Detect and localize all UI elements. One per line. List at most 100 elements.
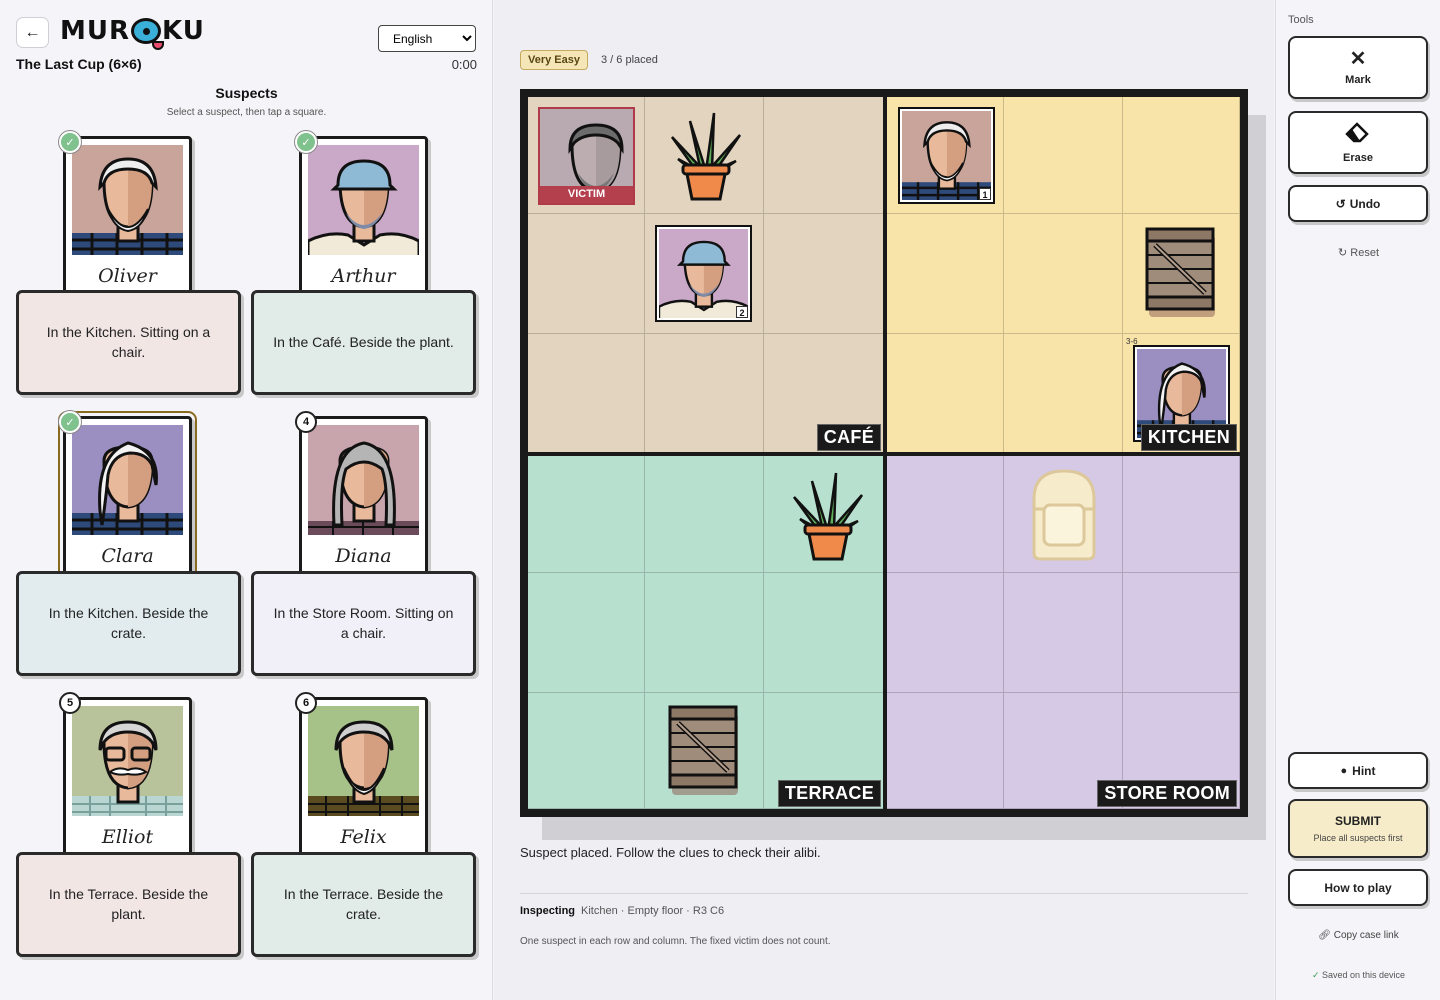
submit-label: SUBMIT xyxy=(1335,814,1381,828)
reset-button[interactable]: ↻ Reset xyxy=(1276,246,1440,259)
suspects-instructions: Select a suspect, then tap a square. xyxy=(166,107,327,118)
suspect-card-arthur[interactable]: Arthur xyxy=(299,136,428,296)
suspect-card-clara[interactable]: Clara xyxy=(58,411,197,581)
lightbulb-icon: ● xyxy=(1340,764,1348,777)
suspects-heading: Suspects xyxy=(215,85,278,101)
board-grid: CAFÉ KITCHEN TERRACE STORE ROOM VICTIM 1 2 … xyxy=(528,97,1240,809)
placed-suspect-arthur[interactable]: 2 xyxy=(655,225,752,322)
erase-label: Erase xyxy=(1343,152,1373,164)
crate-icon xyxy=(668,705,740,802)
board-cell-r1-c5[interactable] xyxy=(1004,97,1123,214)
placed-check-icon: ✓ xyxy=(59,131,81,153)
arrow-left-icon: ← xyxy=(24,23,41,41)
board-cell-r5-c3[interactable] xyxy=(764,573,885,693)
link-icon: 🔗︎ xyxy=(1318,930,1334,941)
undo-button[interactable]: ↺ Undo xyxy=(1288,185,1428,222)
suspect-card-oliver[interactable]: Oliver xyxy=(63,136,192,296)
mark-button[interactable]: ✕ Mark xyxy=(1288,36,1428,99)
suspect-number-badge: 4 xyxy=(295,411,317,433)
suspect-portrait xyxy=(72,706,183,816)
board-cell-r3-c2[interactable] xyxy=(645,334,764,454)
board-cell-r2-c4[interactable] xyxy=(885,214,1004,334)
suspect-name: Clara xyxy=(101,545,154,567)
board-cell-r2-c5[interactable] xyxy=(1004,214,1123,334)
saved-label: Saved on this device xyxy=(1321,970,1406,980)
cell-coordinate-note: 3-6 xyxy=(1126,337,1138,346)
board-cell-r3-c1[interactable] xyxy=(528,334,645,454)
hint-label: Hint xyxy=(1352,763,1376,778)
back-button[interactable]: ← xyxy=(16,17,49,48)
suspect-card-felix[interactable]: Felix xyxy=(299,697,428,857)
suspect-portrait xyxy=(308,145,419,255)
board-cell-r5-c5[interactable] xyxy=(1004,573,1123,693)
tools-sidebar: Tools ✕ Mark Erase ↺ Undo ↻ Reset ● Hint… xyxy=(1275,0,1440,1000)
board-cell-r3-c5[interactable] xyxy=(1004,334,1123,454)
eraser-icon xyxy=(1345,121,1371,147)
victim-label: VICTIM xyxy=(540,186,633,203)
submit-sublabel: Place all suspects first xyxy=(1313,833,1403,843)
inspecting-value: Kitchen · Empty floor · R3 C6 xyxy=(581,905,725,917)
placed-number: 2 xyxy=(736,306,748,318)
board-cell-r1-c3[interactable] xyxy=(764,97,885,214)
mark-label: Mark xyxy=(1345,74,1371,86)
erase-button[interactable]: Erase xyxy=(1288,111,1428,174)
plant-icon xyxy=(790,471,866,568)
crate-icon xyxy=(1145,227,1217,324)
submit-button[interactable]: SUBMIT Place all suspects first xyxy=(1288,799,1428,858)
board-cell-r5-c1[interactable] xyxy=(528,573,645,693)
room-divider xyxy=(528,452,1240,456)
reset-icon: ↻ xyxy=(1337,247,1351,259)
hint-button[interactable]: ● Hint xyxy=(1288,752,1428,789)
suspect-clue: In the Café. Beside the plant. xyxy=(251,290,476,395)
board-cell-r4-c4[interactable] xyxy=(885,454,1004,573)
suspect-name: Arthur xyxy=(331,265,396,287)
board-cell-r6-c1[interactable] xyxy=(528,693,645,809)
board-cell-r6-c4[interactable] xyxy=(885,693,1004,809)
chair-icon xyxy=(1024,469,1104,566)
board-cell-r5-c4[interactable] xyxy=(885,573,1004,693)
room-label-terrace: TERRACE xyxy=(777,780,881,807)
suspect-clue: In the Store Room. Sitting on a chair. xyxy=(251,571,476,676)
suspect-portrait xyxy=(72,145,183,255)
timer: 0:00 xyxy=(451,57,477,72)
suspect-name: Diana xyxy=(335,545,392,567)
inspecting-info: Inspecting Kitchen · Empty floor · R3 C6 xyxy=(520,905,724,917)
room-label-store-room: STORE ROOM xyxy=(1097,780,1237,807)
board-cell-r2-c1[interactable] xyxy=(528,214,645,334)
placed-number: 1 xyxy=(979,188,991,200)
room-label-kitchen: KITCHEN xyxy=(1140,424,1237,451)
undo-icon: ↺ xyxy=(1335,196,1346,211)
placed-count: 3 / 6 placed xyxy=(601,54,658,66)
suspect-portrait xyxy=(72,425,183,535)
victim-token: VICTIM xyxy=(538,107,635,205)
room-label-cafe: CAFÉ xyxy=(816,424,881,451)
board-cell-r3-c4[interactable] xyxy=(885,334,1004,454)
placed-suspect-oliver[interactable]: 1 xyxy=(898,107,995,204)
board-cell-r2-c3[interactable] xyxy=(764,214,885,334)
how-to-play-button[interactable]: How to play xyxy=(1288,869,1428,906)
copy-link-button[interactable]: 🔗︎ Copy case link xyxy=(1276,930,1440,941)
suspect-name: Elliot xyxy=(101,826,154,848)
tools-label: Tools xyxy=(1288,14,1314,26)
suspect-clue: In the Terrace. Beside the crate. xyxy=(251,852,476,957)
case-title: The Last Cup (6×6) xyxy=(16,56,142,72)
board-cell-r5-c6[interactable] xyxy=(1123,573,1240,693)
suspect-card-diana[interactable]: Diana xyxy=(299,416,428,576)
plant-icon xyxy=(668,111,744,208)
check-icon: ✓ xyxy=(1311,970,1322,980)
logo: MUR KU xyxy=(60,16,205,50)
placed-check-icon: ✓ xyxy=(59,411,81,433)
status-message: Suspect placed. Follow the clues to chec… xyxy=(520,845,821,860)
undo-label: Undo xyxy=(1349,196,1381,211)
board-cell-r4-c1[interactable] xyxy=(528,454,645,573)
board-cell-r5-c2[interactable] xyxy=(645,573,764,693)
how-to-play-label: How to play xyxy=(1324,880,1392,895)
board-cell-r1-c6[interactable] xyxy=(1123,97,1240,214)
board-cell-r4-c2[interactable] xyxy=(645,454,764,573)
suspect-number-badge: 6 xyxy=(295,692,317,714)
suspect-card-elliot[interactable]: Elliot xyxy=(63,697,192,857)
board-cell-r4-c6[interactable] xyxy=(1123,454,1240,573)
language-select[interactable]: English xyxy=(378,25,476,52)
suspect-clue: In the Kitchen. Sitting on a chair. xyxy=(16,290,241,395)
placed-check-icon: ✓ xyxy=(295,131,317,153)
